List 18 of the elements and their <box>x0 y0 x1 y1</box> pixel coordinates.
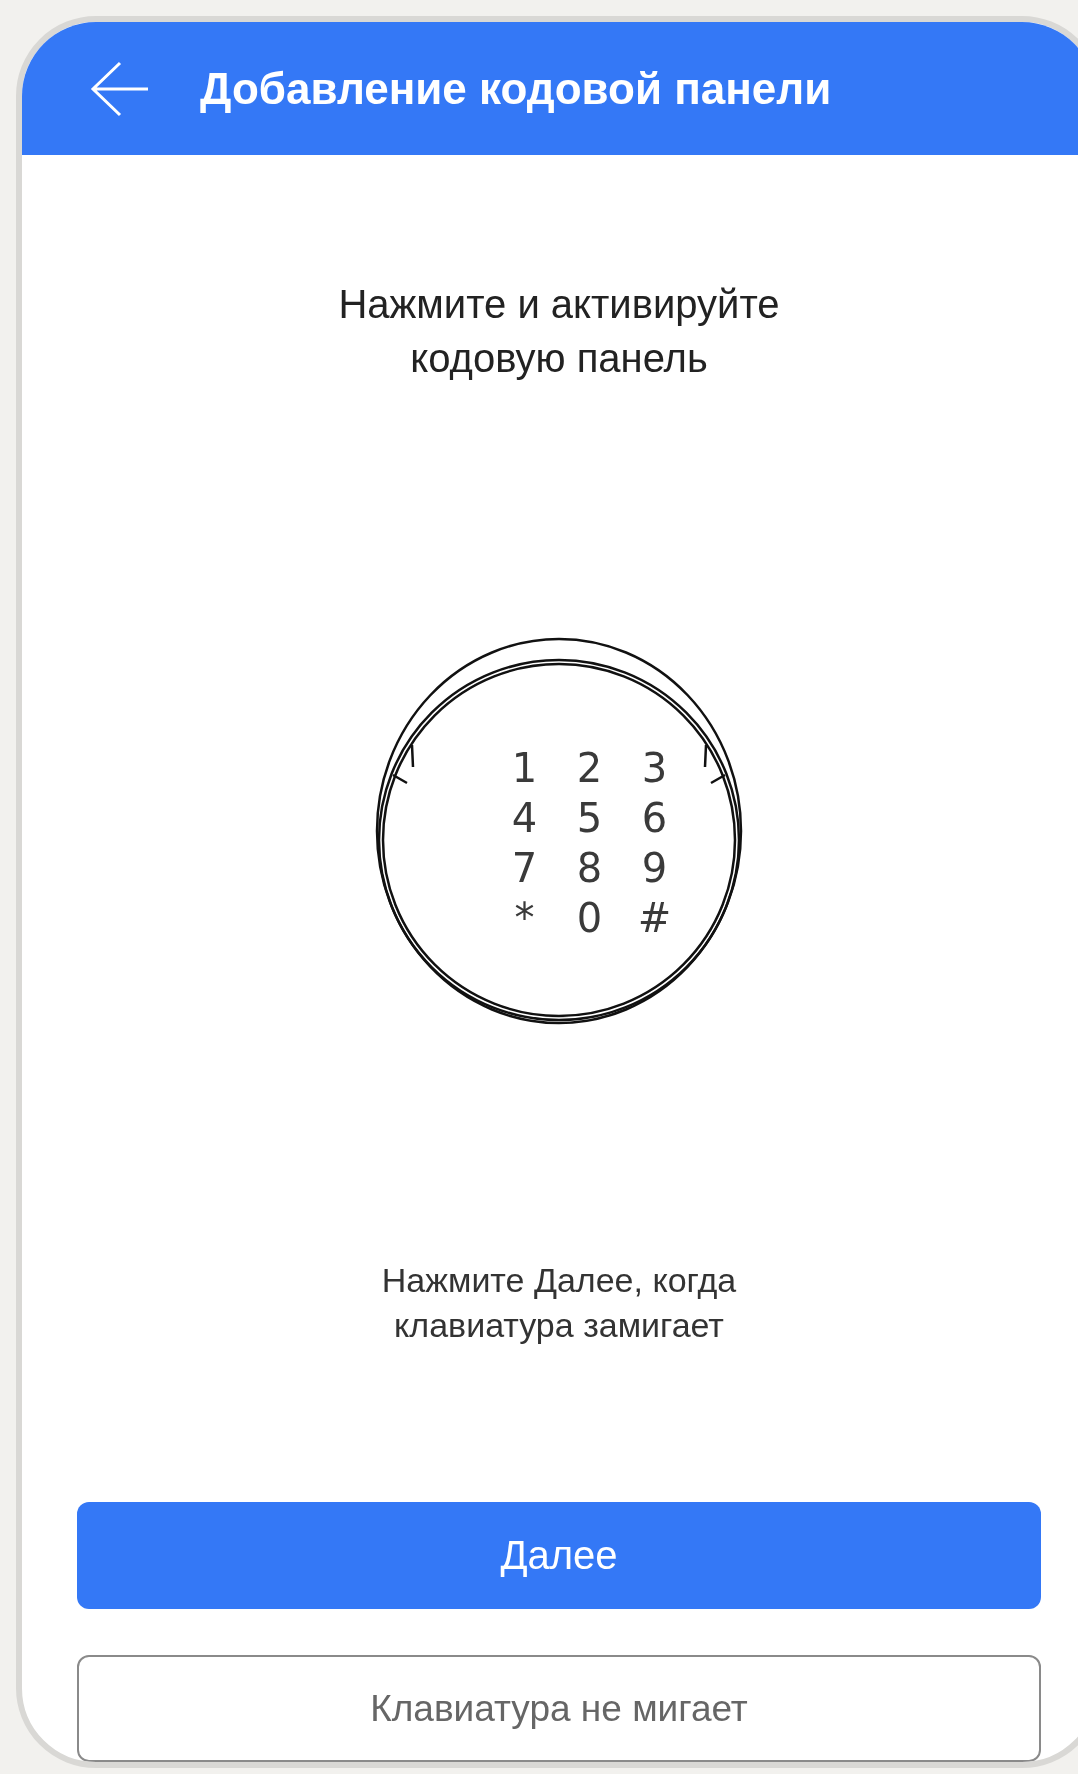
keypad-key: 0 <box>557 893 622 944</box>
keypad-key: 5 <box>557 793 622 844</box>
next-button[interactable]: Далее <box>77 1502 1041 1609</box>
keypad-key: 6 <box>622 793 687 844</box>
keypad-key: 9 <box>622 843 687 894</box>
instruction-text: Нажмите и активируйте кодовую панель <box>338 281 780 383</box>
keypad-key: 2 <box>557 743 622 794</box>
keypad-key: 3 <box>622 743 687 794</box>
keypad-key: 4 <box>492 793 557 844</box>
hint-text: Нажмите Далее, когда клавиатура замигает <box>381 1260 737 1346</box>
keypad-key: 1 <box>492 743 557 794</box>
keypad-key: # <box>622 893 687 944</box>
keypad-key: 7 <box>492 843 557 894</box>
page-title: Добавление кодовой панели <box>200 63 832 114</box>
keypad-not-blinking-button[interactable]: Клавиатура не мигает <box>77 1655 1041 1762</box>
back-arrow-icon[interactable] <box>90 60 150 117</box>
keypad-key: 8 <box>557 843 622 894</box>
keypad-key: * <box>492 893 557 944</box>
